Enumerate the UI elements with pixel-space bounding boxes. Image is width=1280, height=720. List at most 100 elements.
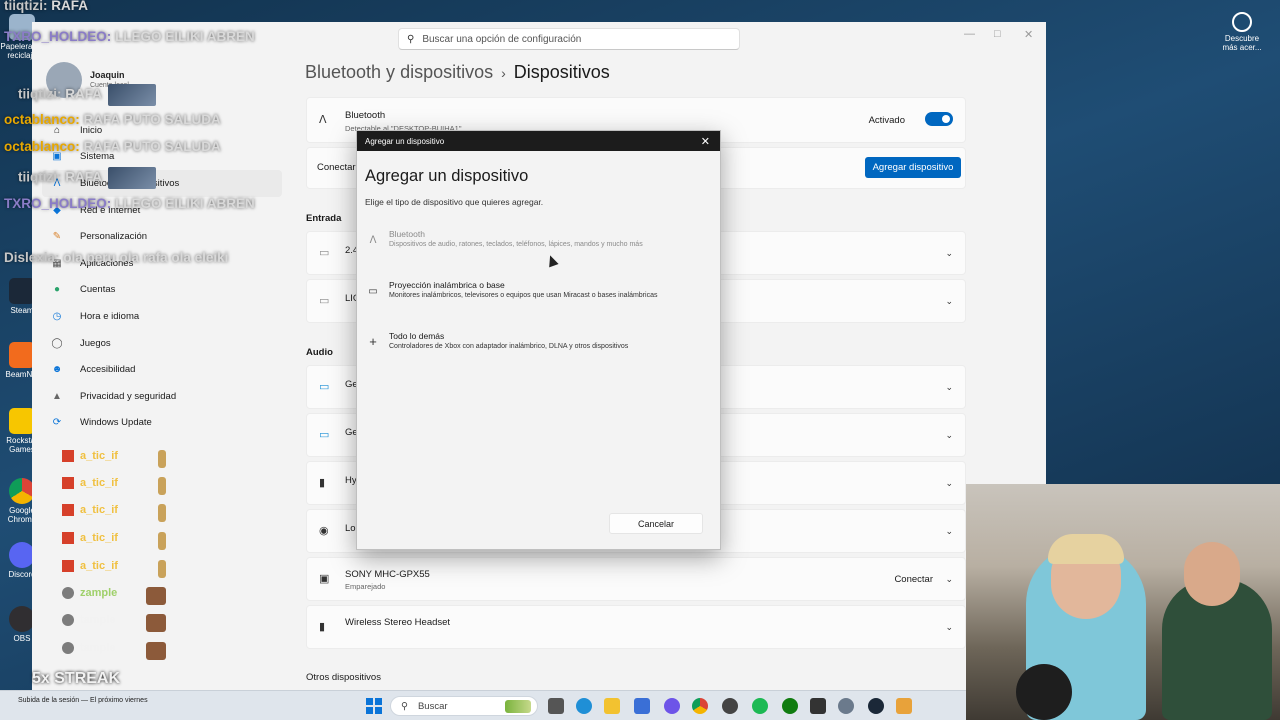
nav-item-cuentas[interactable]: ● Cuentas bbox=[42, 277, 282, 304]
trophy-icon bbox=[158, 450, 166, 468]
chat-message: Dislexia: ola peru ola rafa ola eleiki bbox=[4, 250, 228, 265]
alert-icon bbox=[62, 560, 74, 573]
alert-item: tample bbox=[62, 614, 178, 634]
speaker-icon: ▮ bbox=[319, 477, 326, 489]
option-bluetooth[interactable]: ᐱ Bluetooth Dispositivos de audio, raton… bbox=[363, 229, 715, 265]
settings-search-input[interactable]: ⚲ Buscar una opción de configuración bbox=[398, 28, 740, 50]
close-icon[interactable]: ✕ bbox=[701, 135, 710, 148]
trophy-icon bbox=[158, 504, 166, 522]
shield-icon: ▲ bbox=[52, 390, 62, 402]
avatar-thumb bbox=[146, 587, 166, 605]
messenger-icon[interactable] bbox=[664, 698, 680, 714]
alert-icon bbox=[62, 614, 74, 627]
task-view-icon[interactable] bbox=[548, 698, 564, 714]
chat-text: LLEGO EILIKI ABREN bbox=[115, 196, 255, 211]
cancel-button[interactable]: Cancelar bbox=[609, 513, 703, 534]
brush-icon: ✎ bbox=[52, 231, 62, 243]
nav-item-personalizacion[interactable]: ✎ Personalización bbox=[42, 223, 282, 250]
camera-icon bbox=[1232, 12, 1252, 32]
file-explorer-icon[interactable] bbox=[604, 698, 620, 714]
bluetooth-toggle[interactable] bbox=[925, 112, 953, 126]
chat-user: octablanco: bbox=[4, 112, 80, 127]
device-title: Hy bbox=[345, 475, 357, 486]
chevron-down-icon[interactable]: ⌄ bbox=[945, 430, 953, 441]
clock-icon: ◷ bbox=[52, 310, 62, 322]
nav-item-accesibilidad[interactable]: ☻ Accesibilidad bbox=[42, 356, 282, 383]
alert-icon bbox=[62, 450, 74, 463]
connect-label: Conectar bbox=[317, 162, 356, 173]
option-title: Proyección inalámbrica o base bbox=[389, 280, 505, 290]
minimize-icon[interactable]: — bbox=[964, 28, 975, 40]
webcam-feed bbox=[966, 484, 1280, 720]
desktop-icon-discover[interactable]: Descubre más acer... bbox=[1218, 12, 1266, 52]
nav-item-privacidad[interactable]: ▲ Privacidad y seguridad bbox=[42, 383, 282, 410]
edge-icon[interactable] bbox=[576, 698, 592, 714]
option-title: Todo lo demás bbox=[389, 331, 445, 341]
alert-icon bbox=[62, 587, 74, 600]
github-icon[interactable] bbox=[722, 698, 738, 714]
dialog-instruction: Elige el tipo de dispositivo que quieres… bbox=[365, 197, 544, 207]
add-device-button[interactable]: Agregar dispositivo bbox=[865, 157, 961, 178]
xbox-icon[interactable] bbox=[782, 698, 798, 714]
windows-start-icon[interactable] bbox=[366, 698, 382, 714]
chevron-down-icon[interactable]: ⌄ bbox=[945, 382, 953, 393]
plus-icon: + bbox=[369, 334, 377, 349]
chat-text: RAFA bbox=[65, 86, 103, 102]
search-icon: ⚲ bbox=[401, 700, 408, 712]
nav-item-juegos[interactable]: ◯ Juegos bbox=[42, 330, 282, 357]
chat-user: tiiqtizi: bbox=[18, 169, 62, 185]
chat-user: Dislexia: bbox=[4, 250, 60, 265]
nav-label: Personalización bbox=[80, 231, 148, 243]
alert-icon bbox=[62, 504, 74, 517]
taskbar-search[interactable]: ⚲ Buscar bbox=[390, 696, 538, 716]
stereo-icon: ▣ bbox=[319, 573, 330, 585]
search-placeholder: Buscar una opción de configuración bbox=[422, 33, 582, 45]
alert-item: a_tic_if bbox=[62, 560, 178, 580]
alert-item: a_tic_if bbox=[62, 477, 178, 497]
nav-item-update[interactable]: ⟳ Windows Update bbox=[42, 410, 282, 437]
chevron-down-icon[interactable]: ⌄ bbox=[945, 248, 953, 259]
store-icon[interactable] bbox=[634, 698, 650, 714]
chat-message: TXRO_HOLDEO: LLEGO EILIKI ABREN bbox=[4, 196, 255, 211]
option-sub: Monitores inalámbricos, televisores o eq… bbox=[389, 292, 658, 299]
epic-games-icon[interactable] bbox=[810, 698, 826, 714]
nav-label: Juegos bbox=[80, 337, 111, 349]
trophy-icon bbox=[158, 532, 166, 550]
device-row[interactable]: ▮ Wireless Stereo Headset ⌄ bbox=[306, 605, 966, 649]
add-device-dialog: Agregar un dispositivo ✕ Agregar un disp… bbox=[356, 130, 721, 550]
settings-icon[interactable] bbox=[838, 698, 854, 714]
option-sub: Controladores de Xbox con adaptador inal… bbox=[389, 343, 629, 350]
maximize-icon[interactable]: □ bbox=[994, 28, 1001, 40]
chrome-icon[interactable] bbox=[692, 698, 708, 714]
nav-label: Accesibilidad bbox=[80, 364, 136, 376]
option-everything-else[interactable]: + Todo lo demás Controladores de Xbox co… bbox=[363, 331, 715, 367]
option-wireless-display[interactable]: ▭ Proyección inalámbrica o base Monitore… bbox=[363, 280, 715, 316]
breadcrumb-parent[interactable]: Bluetooth y dispositivos bbox=[305, 62, 493, 82]
chevron-down-icon[interactable]: ⌄ bbox=[945, 574, 953, 585]
device-row-sony[interactable]: ▣ SONY MHC-GPX55 Emparejado Conectar ⌄ bbox=[306, 557, 966, 601]
chevron-down-icon[interactable]: ⌄ bbox=[945, 622, 953, 633]
webcam-icon: ◉ bbox=[319, 525, 329, 537]
taskbar-notification[interactable]: Subida de la sesión — El próximo viernes bbox=[18, 697, 148, 704]
trophy-icon bbox=[158, 560, 166, 578]
option-sub: Dispositivos de audio, ratones, teclados… bbox=[389, 241, 643, 248]
alert-icon bbox=[62, 477, 74, 490]
chat-user: tiiqtizi: bbox=[4, 0, 48, 13]
dialog-window-title: Agregar un dispositivo bbox=[365, 136, 445, 146]
section-other: Otros dispositivos bbox=[306, 672, 381, 683]
connect-button[interactable]: Conectar bbox=[894, 574, 933, 585]
chevron-down-icon[interactable]: ⌄ bbox=[945, 478, 953, 489]
close-icon[interactable]: ✕ bbox=[1024, 28, 1033, 41]
alert-text: a_tic_if bbox=[80, 477, 118, 489]
chat-emote bbox=[108, 167, 157, 189]
alert-text: zample bbox=[80, 587, 118, 599]
steam-icon[interactable] bbox=[868, 698, 884, 714]
section-input: Entrada bbox=[306, 213, 342, 224]
alert-text: a_tic_if bbox=[80, 504, 118, 516]
chevron-down-icon[interactable]: ⌄ bbox=[945, 526, 953, 537]
nav-item-hora[interactable]: ◷ Hora e idioma bbox=[42, 303, 282, 330]
chevron-down-icon[interactable]: ⌄ bbox=[945, 296, 953, 307]
spotify-icon[interactable] bbox=[752, 698, 768, 714]
chat-message: tiiqtizi: RAFA bbox=[4, 0, 88, 13]
app-icon[interactable] bbox=[896, 698, 912, 714]
